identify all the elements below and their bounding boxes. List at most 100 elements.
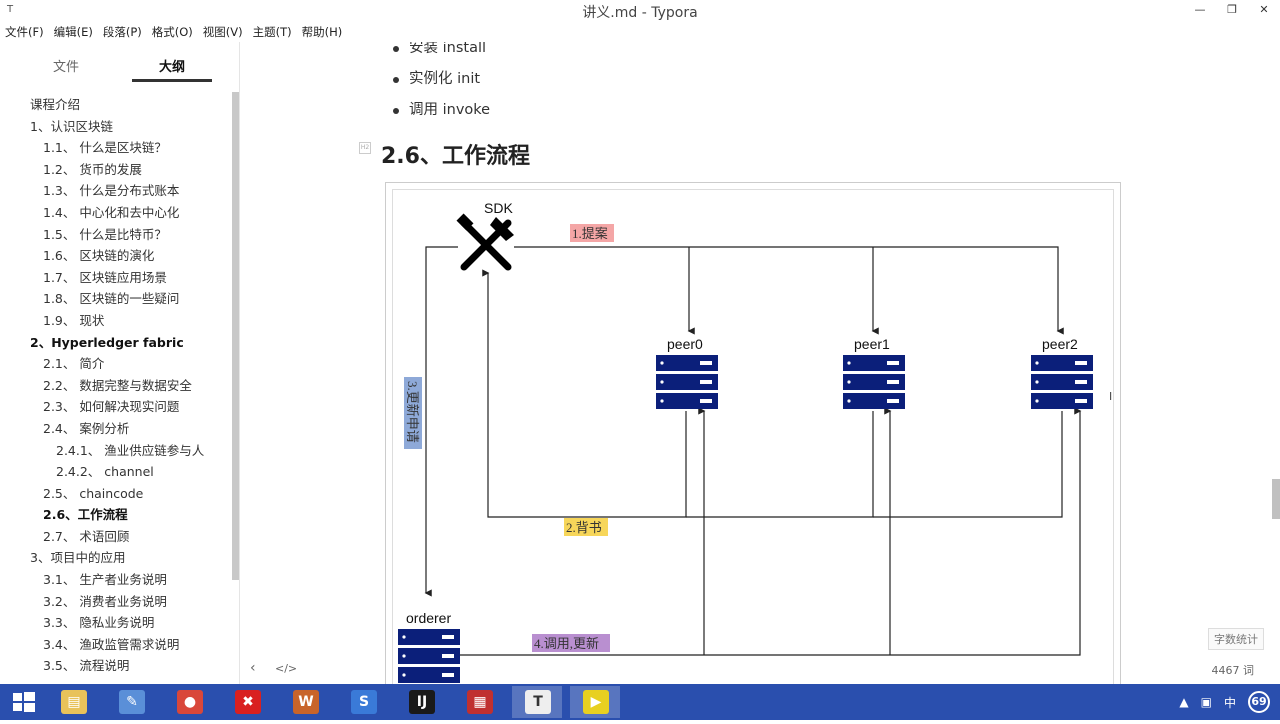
- active-tab-indicator: [132, 79, 212, 82]
- outline-item[interactable]: 1.8、 区块链的一些疑问: [0, 288, 232, 310]
- recorder-icon: ▶: [583, 690, 609, 714]
- outline-item[interactable]: 3.4、 渔政监管需求说明: [0, 634, 232, 656]
- outline-item[interactable]: 3、项目中的应用: [0, 547, 232, 569]
- menu-edit[interactable]: 编辑(E): [49, 22, 98, 42]
- menu-theme[interactable]: 主题(T): [248, 22, 297, 42]
- editor-scrollbar[interactable]: [1272, 479, 1280, 519]
- network-icon[interactable]: ▣: [1201, 695, 1212, 709]
- outline-item[interactable]: 2.4、 案例分析: [0, 418, 232, 440]
- restore-button[interactable]: ❐: [1216, 0, 1248, 22]
- outline-item[interactable]: 1.6、 区块链的演化: [0, 245, 232, 267]
- menu-bar: 文件(F) 编辑(E) 段落(P) 格式(O) 视图(V) 主题(T) 帮助(H…: [0, 22, 1280, 42]
- paint-icon: ✎: [119, 690, 145, 714]
- close-button[interactable]: ✕: [1248, 0, 1280, 22]
- menu-format[interactable]: 格式(O): [147, 22, 198, 42]
- peer1-label: peer1: [854, 336, 890, 352]
- step4-label: 4.调用,更新: [534, 636, 599, 651]
- system-tray: ▲ ▣ 中 69: [1179, 684, 1280, 720]
- editor-icon: S: [351, 690, 377, 714]
- menu-paragraph[interactable]: 段落(P): [98, 22, 147, 42]
- outline-list: 课程介绍 1、认识区块链 1.1、 什么是区块链？ 1.2、 货币的发展 1.3、 什么…: [0, 94, 232, 677]
- peer2-server-icon: [1031, 355, 1093, 409]
- outline-item[interactable]: 2.1、 简介: [0, 353, 232, 375]
- tab-outline[interactable]: 大纲: [132, 56, 212, 75]
- outline-item[interactable]: 2、Hyperledger fabric: [0, 332, 232, 354]
- sidebar: 文件 大纲 课程介绍 1、认识区块链 1.1、 什么是区块链？ 1.2、 货币的发展 1…: [0, 42, 240, 684]
- outline-item[interactable]: 1.2、 货币的发展: [0, 159, 232, 181]
- sidebar-tabs: 文件 大纲: [0, 42, 239, 86]
- taskbar-app-notes[interactable]: ▦: [454, 686, 504, 718]
- tray-badge[interactable]: 69: [1248, 691, 1270, 713]
- tray-expand-icon[interactable]: ▲: [1179, 695, 1188, 709]
- sdk-tools-icon: [456, 213, 514, 271]
- workflow-diagram-image: SDK peer0 peer1 peer2 orderer 1.提案 2.背书 …: [385, 182, 1121, 684]
- windows-logo-icon: [13, 692, 35, 712]
- peer0-server-icon: [656, 355, 718, 409]
- word-count-status: 4467 词: [1211, 664, 1255, 677]
- xmind-icon: ✖: [235, 690, 261, 714]
- file-explorer-icon: ▤: [61, 690, 87, 714]
- taskbar-app-recorder[interactable]: ▶: [570, 686, 620, 718]
- ime-indicator[interactable]: 中: [1224, 694, 1236, 711]
- menu-view[interactable]: 视图(V): [198, 22, 248, 42]
- outline-item[interactable]: 1.7、 区块链应用场景: [0, 267, 232, 289]
- outline-item[interactable]: 3.1、 生产者业务说明: [0, 569, 232, 591]
- taskbar: ▤ ✎ ● ✖ W S IJ ▦ T ▶ ▲ ▣ 中 69: [0, 684, 1280, 720]
- outline-item[interactable]: 1.3、 什么是分布式账本: [0, 180, 232, 202]
- tab-files[interactable]: 文件: [26, 56, 106, 75]
- step2-label: 2.背书: [566, 520, 602, 535]
- orderer-server-icon: [398, 629, 460, 683]
- intellij-icon: IJ: [409, 690, 435, 714]
- office-icon: W: [293, 690, 319, 714]
- taskbar-app-chrome[interactable]: ●: [164, 686, 214, 718]
- step3-label: 3.更新申请: [405, 381, 420, 443]
- word-count-button[interactable]: 字数统计: [1208, 628, 1264, 650]
- outline-item[interactable]: 1.5、 什么是比特币？: [0, 224, 232, 246]
- text-cursor: I: [1109, 390, 1113, 403]
- start-button[interactable]: [0, 684, 48, 720]
- sidebar-footer: ‹: [0, 654, 239, 684]
- outline-item[interactable]: 2.4.2、 channel: [0, 461, 232, 483]
- taskbar-app-file-explorer[interactable]: ▤: [48, 686, 98, 718]
- taskbar-app-intellij[interactable]: IJ: [396, 686, 446, 718]
- outline-item[interactable]: 2.2、 数据完整与数据安全: [0, 375, 232, 397]
- taskbar-app-xmind[interactable]: ✖: [222, 686, 272, 718]
- peer1-server-icon: [843, 355, 905, 409]
- taskbar-app-office[interactable]: W: [280, 686, 330, 718]
- outline-item[interactable]: 2.4.1、 渔业供应链参与人: [0, 440, 232, 462]
- outline-item[interactable]: 1.9、 现状: [0, 310, 232, 332]
- section-heading: 2.6、工作流程: [381, 144, 530, 169]
- peer2-label: peer2: [1042, 336, 1078, 352]
- sidebar-scrollbar[interactable]: [232, 92, 239, 580]
- outline-item[interactable]: 2.5、 chaincode: [0, 483, 232, 505]
- menu-file[interactable]: 文件(F): [0, 22, 49, 42]
- notes-icon: ▦: [467, 690, 493, 714]
- typora-icon: T: [525, 690, 551, 714]
- outline-item[interactable]: 1、认识区块链: [0, 116, 232, 138]
- orderer-label: orderer: [406, 610, 451, 626]
- outline-item[interactable]: 课程介绍: [0, 94, 232, 116]
- taskbar-app-editor[interactable]: S: [338, 686, 388, 718]
- peer0-label: peer0: [667, 336, 703, 352]
- outline-item[interactable]: 3.3、 隐私业务说明: [0, 612, 232, 634]
- minimize-button[interactable]: —: [1184, 0, 1216, 22]
- list-item: 实例化 init: [391, 67, 490, 98]
- outline-item[interactable]: 2.3、 如何解决现实问题: [0, 396, 232, 418]
- editor-area[interactable]: 安装 install 实例化 init 调用 invoke H2 2.6、工作流…: [241, 42, 1280, 684]
- taskbar-app-typora[interactable]: T: [512, 686, 562, 718]
- bullet-list: 安装 install 实例化 init 调用 invoke: [391, 42, 490, 129]
- outline-item[interactable]: 2.6、工作流程: [0, 504, 232, 526]
- outline-item[interactable]: 1.1、 什么是区块链？: [0, 137, 232, 159]
- chrome-icon: ●: [177, 690, 203, 714]
- sdk-label: SDK: [484, 200, 513, 216]
- list-item: 安装 install: [391, 42, 490, 67]
- outline-item[interactable]: 2.7、 术语回顾: [0, 526, 232, 548]
- menu-help[interactable]: 帮助(H): [297, 22, 348, 42]
- list-item: 调用 invoke: [391, 98, 490, 129]
- taskbar-app-paint[interactable]: ✎: [106, 686, 156, 718]
- outline-item[interactable]: 1.4、 中心化和去中心化: [0, 202, 232, 224]
- title-bar: T 讲义.md - Typora — ❐ ✕: [0, 0, 1280, 22]
- window-controls: — ❐ ✕: [1184, 0, 1280, 22]
- outline-item[interactable]: 3.2、 消费者业务说明: [0, 591, 232, 613]
- window-title: 讲义.md - Typora: [582, 5, 698, 21]
